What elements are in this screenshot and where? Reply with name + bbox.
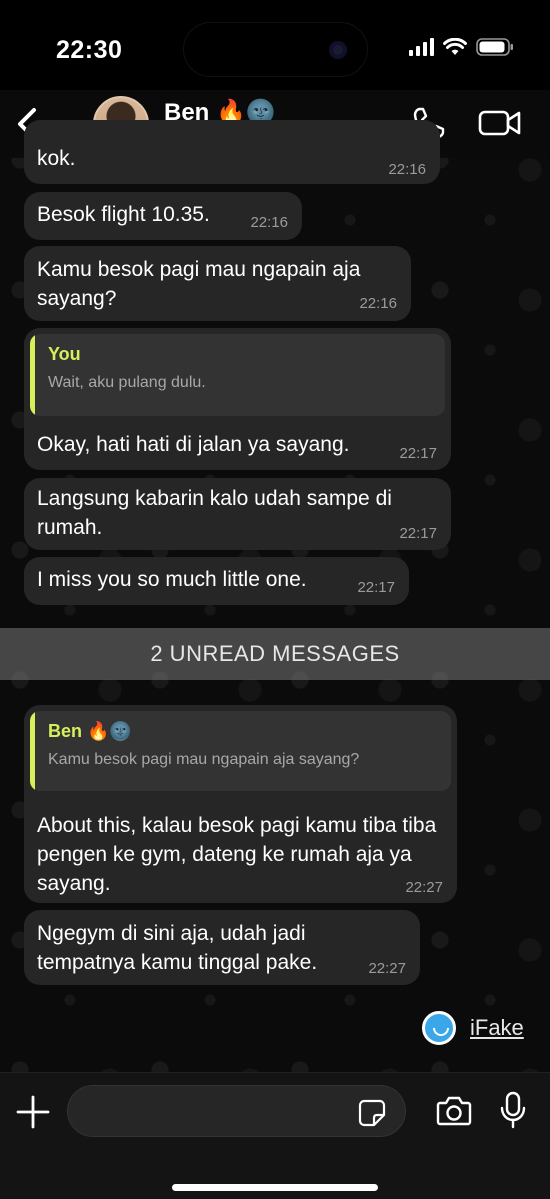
battery-icon (476, 38, 513, 56)
message-bubble[interactable]: Ngegym di sini aja, udah jadi tempatnya … (24, 910, 420, 985)
unread-messages-banner: 2 UNREAD MESSAGES (0, 628, 550, 680)
status-bar: 22:30 (0, 0, 550, 90)
quote-author: You (48, 344, 81, 364)
message-time: 22:16 (250, 214, 288, 231)
message-time: 22:27 (368, 960, 406, 977)
quote-text: Wait, aku pulang dulu. (48, 374, 206, 391)
status-time: 22:30 (56, 36, 123, 64)
message-time: 22:17 (399, 445, 437, 462)
message-bubble[interactable]: Ben 🔥🌚 Kamu besok pagi mau ngapain aja s… (24, 705, 457, 903)
microphone-icon[interactable] (500, 1091, 526, 1129)
dynamic-island (183, 22, 368, 77)
wifi-icon (443, 38, 467, 55)
ifake-logo-icon (422, 1011, 456, 1045)
ifake-watermark: iFake (422, 1010, 524, 1046)
message-input[interactable] (67, 1085, 406, 1137)
reply-quote[interactable]: Ben 🔥🌚 Kamu besok pagi mau ngapain aja s… (30, 711, 451, 791)
message-bubble[interactable]: Langsung kabarin kalo udah sampe di ruma… (24, 478, 451, 550)
message-input-bar (0, 1072, 550, 1199)
message-text: About this, kalau besok pagi kamu tiba t… (37, 814, 437, 895)
message-bubble[interactable]: You Wait, aku pulang dulu. Okay, hati ha… (24, 328, 451, 470)
cellular-signal-icon (409, 38, 434, 56)
quote-accent-bar (30, 711, 35, 791)
plus-icon[interactable] (16, 1095, 50, 1129)
message-text: Besok flight 10.35. (37, 203, 210, 226)
sticker-icon[interactable] (358, 1099, 386, 1127)
quote-text: Kamu besok pagi mau ngapain aja sayang? (48, 751, 360, 768)
message-text: Ngegym di sini aja, udah jadi tempatnya … (37, 922, 318, 974)
message-time: 22:16 (388, 161, 426, 178)
message-bubble[interactable]: I miss you so much little one. 22:17 (24, 557, 409, 605)
front-camera-icon (329, 41, 347, 59)
reply-quote[interactable]: You Wait, aku pulang dulu. (30, 334, 445, 416)
message-text: Kamu besok pagi mau ngapain aja sayang? (37, 258, 361, 310)
message-time: 22:16 (359, 295, 397, 312)
quote-accent-bar (30, 334, 35, 416)
camera-icon[interactable] (436, 1095, 472, 1127)
watermark-text: iFake (470, 1015, 524, 1040)
message-bubble[interactable]: Kamu besok pagi mau ngapain aja sayang? … (24, 246, 411, 321)
message-time: 22:17 (357, 579, 395, 596)
message-text: Langsung kabarin kalo udah sampe di ruma… (37, 487, 392, 539)
quote-author: Ben 🔥🌚 (48, 721, 132, 741)
message-time: 22:27 (405, 879, 443, 896)
message-time: 22:17 (399, 525, 437, 542)
message-text: I miss you so much little one. (37, 568, 307, 591)
video-call-icon[interactable] (478, 108, 522, 138)
home-indicator[interactable] (172, 1184, 378, 1191)
message-text: kok. (37, 147, 76, 170)
message-bubble[interactable]: kok. 22:16 (24, 120, 440, 184)
message-bubble[interactable]: Besok flight 10.35. 22:16 (24, 192, 302, 240)
status-icons (409, 38, 514, 56)
message-text: Okay, hati hati di jalan ya sayang. (37, 433, 350, 456)
